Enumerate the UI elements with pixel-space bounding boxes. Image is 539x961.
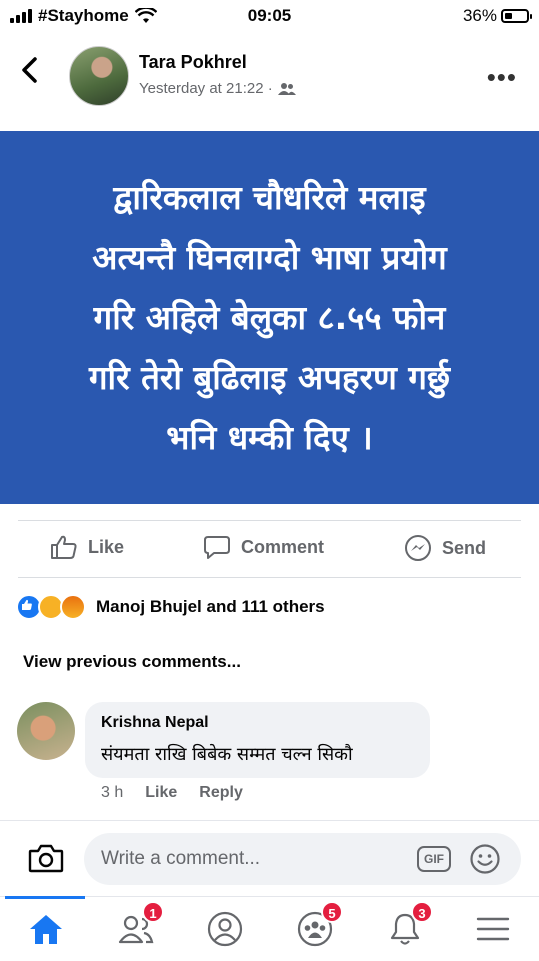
tab-home[interactable] xyxy=(24,907,68,951)
comment-text: संयमता राखि बिबेक सम्मत चल्न सिकौ xyxy=(101,744,353,765)
active-tab-indicator xyxy=(5,896,85,899)
commenter-name[interactable]: Krishna Nepal xyxy=(101,714,209,732)
reactions-label: Manoj Bhujel and 111 others xyxy=(96,597,325,616)
reactions-summary[interactable]: Manoj Bhujel and 111 others xyxy=(16,594,325,620)
tab-friends[interactable]: 1 xyxy=(114,901,164,951)
profile-icon xyxy=(207,911,243,947)
comment-icon xyxy=(204,536,230,559)
post-card: द्वारिकलाल चौधरिले मलाइ अत्यन्तै घिनलाग्… xyxy=(0,131,539,504)
home-icon xyxy=(30,915,62,944)
notifications-badge: 3 xyxy=(411,901,433,923)
status-bar: #Stayhome 09:05 36% xyxy=(0,0,539,34)
post-timestamp[interactable]: Yesterday at 21:22 · xyxy=(139,80,273,97)
tab-groups[interactable]: 5 xyxy=(293,901,343,951)
battery-icon xyxy=(501,9,532,23)
back-arrow-icon[interactable] xyxy=(20,56,38,89)
gif-button[interactable]: GIF xyxy=(417,846,451,872)
comment-bubble: Krishna Nepal संयमता राखि बिबेक सम्मत चल… xyxy=(85,702,430,778)
tab-profile[interactable] xyxy=(203,907,247,951)
thumbs-up-icon xyxy=(51,535,77,559)
menu-icon xyxy=(476,917,510,941)
comment-meta: 3 h Like Reply xyxy=(101,784,243,802)
bottom-tab-bar: 1 5 3 xyxy=(0,896,539,961)
angry-reaction-icon xyxy=(60,594,86,620)
clock: 09:05 xyxy=(247,6,292,25)
battery-percent: 36% xyxy=(462,6,497,25)
divider xyxy=(18,577,521,578)
like-button[interactable]: Like xyxy=(50,534,124,560)
post-text: द्वारिकलाल चौधरिले मलाइ अत्यन्तै घिनलाग्… xyxy=(88,177,451,457)
comment-reply-link[interactable]: Reply xyxy=(199,784,243,802)
tab-notifications[interactable]: 3 xyxy=(383,901,433,951)
tab-menu[interactable] xyxy=(471,907,515,951)
post-header: Tara Pokhrel Yesterday at 21:22 · ••• xyxy=(0,40,539,114)
view-previous-comments-link[interactable]: View previous comments... xyxy=(23,652,241,672)
emoji-icon[interactable] xyxy=(469,843,501,880)
comment-composer: Write a comment... GIF xyxy=(0,820,539,897)
camera-icon[interactable] xyxy=(28,843,64,878)
comment-age: 3 h xyxy=(101,784,124,801)
author-name[interactable]: Tara Pokhrel xyxy=(139,52,247,73)
groups-badge: 5 xyxy=(321,901,343,923)
send-button[interactable]: Send xyxy=(404,534,486,562)
commenter-avatar[interactable] xyxy=(17,702,75,760)
post-actions: Like Comment Send xyxy=(0,520,539,577)
messenger-icon xyxy=(405,535,431,561)
more-options-icon[interactable]: ••• xyxy=(487,62,517,93)
friends-badge: 1 xyxy=(142,901,164,923)
author-avatar[interactable] xyxy=(69,46,129,106)
comment-button[interactable]: Comment xyxy=(203,534,324,560)
comment-input-placeholder: Write a comment... xyxy=(101,848,261,869)
comment-like-link[interactable]: Like xyxy=(145,784,177,802)
friends-icon xyxy=(277,82,296,95)
